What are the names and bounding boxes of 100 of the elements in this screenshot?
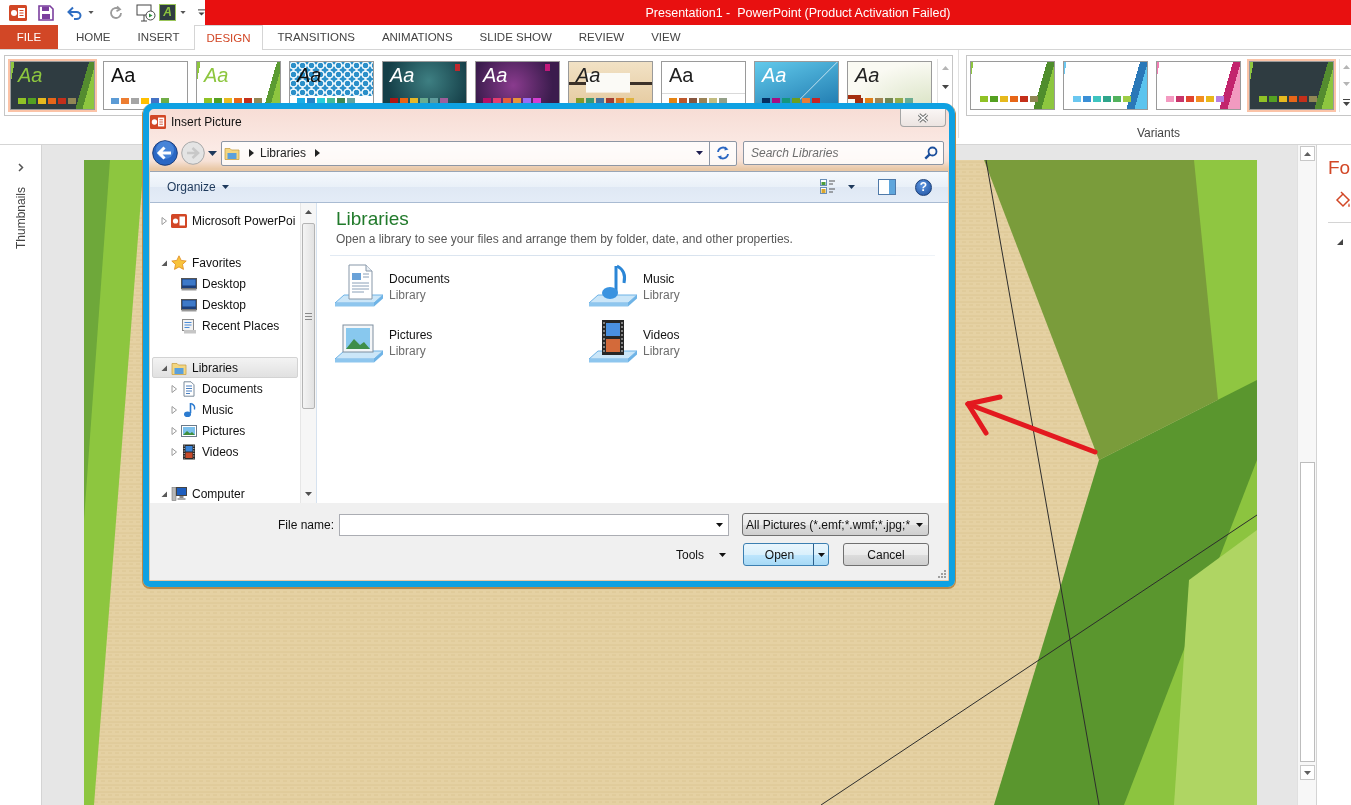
variant-thumbnail[interactable] [1061, 59, 1150, 112]
organize-button[interactable]: Organize [167, 176, 229, 198]
ribbon-tab[interactable]: SLIDE SHOW [467, 25, 564, 49]
save-icon[interactable] [38, 4, 54, 21]
size-grip-icon[interactable] [938, 570, 946, 578]
down-arrow-icon [1303, 770, 1311, 775]
nav-item[interactable]: Music [152, 399, 298, 420]
breadcrumb-arrow-icon[interactable] [315, 149, 321, 157]
nav-item[interactable]: Favorites [152, 252, 298, 273]
nav-item[interactable]: Libraries [152, 357, 298, 378]
gallery-more-icon[interactable] [1342, 98, 1350, 106]
library-folder-icon [224, 145, 240, 161]
back-button[interactable] [152, 140, 178, 166]
library-name[interactable]: Music [643, 271, 675, 287]
nav-item[interactable]: Microsoft PowerPoi [152, 210, 298, 231]
music-note-icon [181, 401, 197, 418]
theme-button[interactable]: A [159, 4, 176, 21]
variant-thumbnail[interactable] [1247, 59, 1336, 112]
breadcrumb-item[interactable]: Libraries [260, 146, 307, 160]
address-field[interactable]: Libraries [221, 140, 737, 166]
ribbon-tab[interactable]: DESIGN [194, 25, 263, 50]
scroll-down-button[interactable] [1299, 765, 1315, 780]
file-type-dropdown[interactable]: All Pictures (*.emf;*.wmf;*.jpg;* [742, 513, 929, 536]
redo-icon[interactable] [108, 4, 124, 21]
nav-item[interactable]: Pictures [152, 420, 298, 441]
expand-arrow-icon[interactable] [160, 258, 168, 267]
ribbon-tab[interactable]: HOME [64, 25, 123, 49]
caret-icon[interactable] [817, 552, 825, 557]
nav-item[interactable]: Videos [152, 441, 298, 462]
theme-thumbnail[interactable]: Aa [8, 59, 97, 112]
caret-icon[interactable] [696, 151, 703, 155]
search-field[interactable]: Search Libraries [743, 141, 944, 165]
library-name[interactable]: Pictures [389, 327, 433, 343]
nav-item[interactable]: Documents [152, 378, 298, 399]
customize-toolbar-icon[interactable] [198, 9, 205, 16]
scroll-up-icon[interactable] [305, 210, 312, 214]
scroll-up-button[interactable] [1299, 146, 1315, 161]
group-label: Variants [1136, 126, 1181, 140]
expand-arrow-icon[interactable] [160, 489, 168, 498]
caret-icon[interactable] [88, 11, 94, 14]
chevron-right-icon[interactable] [17, 163, 24, 172]
caret-icon[interactable] [848, 185, 855, 189]
caret-icon [916, 522, 923, 527]
undo-icon[interactable] [66, 5, 84, 20]
scrollbar-thumb[interactable] [1299, 462, 1315, 762]
content-heading: Libraries [336, 207, 410, 231]
window-title: Presentation1 - PowerPoint (Product Activation Failed) [645, 5, 951, 20]
picture-icon [181, 422, 197, 439]
ribbon-tab[interactable]: ANIMATIONS [369, 25, 465, 49]
presentation-screen-icon[interactable] [136, 3, 156, 22]
nav-item[interactable]: Desktop [152, 294, 298, 315]
file-name-field[interactable] [339, 513, 729, 536]
scroll-down-icon[interactable] [941, 85, 949, 89]
library-name[interactable]: Videos [643, 327, 680, 343]
tools-button[interactable]: Tools [676, 543, 726, 566]
ribbon-tab[interactable]: TRANSITIONS [265, 25, 367, 49]
recent-places-icon [181, 317, 197, 334]
variant-thumbnail[interactable] [1154, 59, 1243, 112]
scroll-down-icon[interactable] [305, 492, 312, 496]
refresh-icon[interactable] [715, 145, 731, 161]
pane-title: Fo [1328, 157, 1351, 179]
breadcrumb-arrow-icon[interactable] [249, 149, 254, 157]
scrollbar-thumb[interactable] [302, 223, 315, 409]
open-button[interactable]: Open [743, 543, 829, 566]
nav-item[interactable]: Computer [152, 483, 298, 503]
paint-bucket-icon[interactable] [1335, 191, 1351, 210]
expander-icon[interactable] [1337, 239, 1343, 245]
star-icon [171, 254, 187, 271]
film-strip-icon [181, 443, 197, 460]
close-button[interactable] [900, 109, 946, 127]
variant-thumbnail[interactable] [968, 59, 1057, 112]
nav-item[interactable]: Recent Places [152, 315, 298, 336]
theme-thumbnail[interactable]: Aa [101, 59, 190, 112]
cancel-button[interactable]: Cancel [843, 543, 929, 566]
library-type: Library [389, 287, 426, 303]
ribbon-tab[interactable]: INSERT [125, 25, 192, 49]
caret-icon [719, 552, 726, 557]
computer-icon [171, 485, 187, 502]
caret-icon[interactable] [208, 150, 217, 156]
thumbnails-pane-label[interactable]: Thumbnails [13, 187, 28, 250]
app-logo-icon [171, 212, 187, 229]
caret-icon[interactable] [180, 11, 186, 14]
library-type: Library [643, 287, 680, 303]
file-tab[interactable]: FILE [0, 25, 58, 49]
content-description: Open a library to see your files and arrange them by folder, date, and other properties. [336, 231, 794, 247]
ribbon-tab[interactable]: REVIEW [566, 25, 637, 49]
app-logo-icon [150, 114, 166, 130]
desktop-icon [181, 275, 197, 292]
library-name[interactable]: Documents [389, 271, 450, 287]
ribbon-tab[interactable]: VIEW [639, 25, 693, 49]
search-icon [924, 146, 938, 160]
preview-pane-icon[interactable] [878, 179, 896, 195]
caret-icon[interactable] [716, 522, 723, 527]
library-type: Library [643, 343, 680, 359]
library-type: Library [389, 343, 426, 359]
app-logo-icon [9, 3, 27, 22]
help-button[interactable]: ? [915, 178, 932, 196]
document-icon [181, 380, 197, 397]
nav-item[interactable]: Desktop [152, 273, 298, 294]
expand-arrow-icon[interactable] [160, 363, 168, 372]
